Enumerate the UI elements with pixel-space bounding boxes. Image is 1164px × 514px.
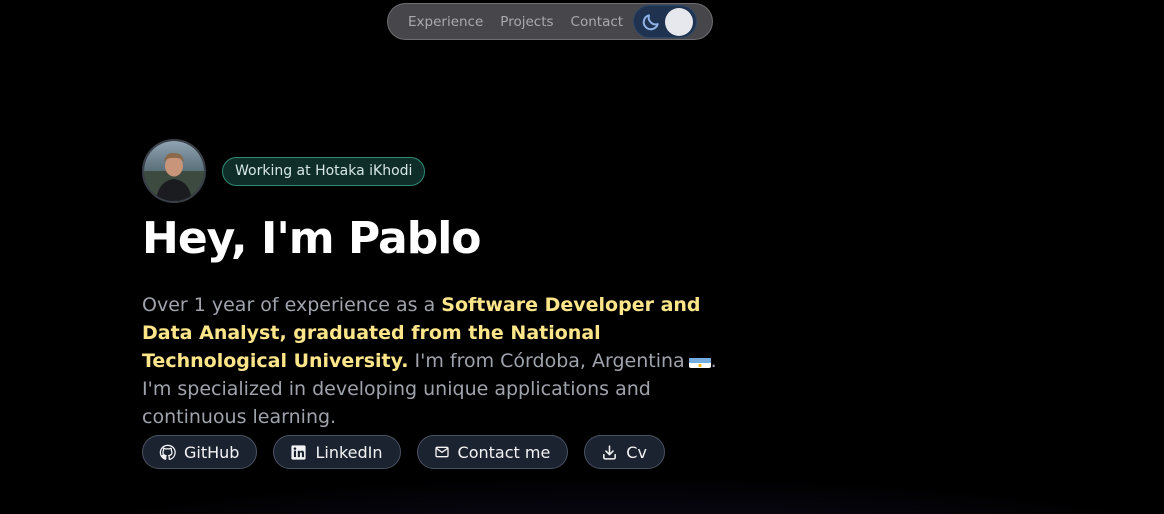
avatar-photo	[144, 141, 204, 201]
nav-link-contact[interactable]: Contact	[571, 14, 624, 30]
bio-location: I'm from Córdoba, Argentina	[408, 350, 685, 372]
status-badge: Working at Hotaka iKhodi	[222, 157, 426, 186]
linkedin-button[interactable]: LinkedIn	[273, 435, 401, 469]
page-title: Hey, I'm Pablo	[142, 213, 482, 264]
cv-label: Cv	[626, 442, 647, 462]
avatar	[142, 139, 206, 203]
nav-link-projects[interactable]: Projects	[500, 14, 553, 30]
argentina-flag-icon	[688, 353, 711, 368]
linkedin-icon	[291, 444, 307, 460]
action-buttons: GitHub LinkedIn Contact me Cv	[142, 435, 681, 469]
download-icon	[603, 444, 617, 460]
page: Experience Projects Contact Working at H…	[0, 0, 1164, 514]
bio-text: Over 1 year of experience as a Software …	[142, 291, 732, 431]
bio-prefix: Over 1 year of experience as a	[142, 294, 442, 316]
mail-icon	[434, 446, 449, 458]
moon-icon	[642, 14, 659, 31]
github-icon	[159, 444, 176, 460]
github-button[interactable]: GitHub	[142, 435, 258, 469]
linkedin-label: LinkedIn	[315, 442, 383, 462]
top-navbar: Experience Projects Contact	[387, 3, 713, 40]
nav-link-experience[interactable]: Experience	[408, 14, 483, 30]
github-label: GitHub	[184, 442, 240, 462]
contact-me-label: Contact me	[457, 442, 551, 462]
cv-download-button[interactable]: Cv	[584, 435, 665, 469]
theme-toggle[interactable]	[633, 5, 697, 38]
contact-me-button[interactable]: Contact me	[416, 435, 569, 469]
toggle-knob	[665, 8, 693, 36]
